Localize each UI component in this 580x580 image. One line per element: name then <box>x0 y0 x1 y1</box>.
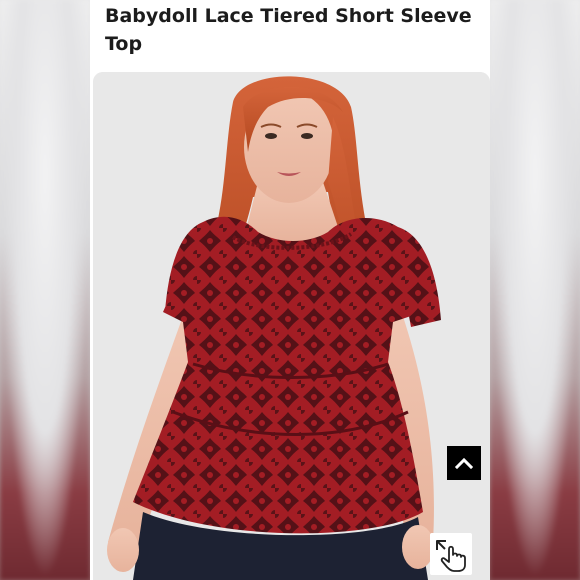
chevron-up-icon <box>455 457 473 469</box>
zoom-button[interactable] <box>430 533 472 575</box>
blurred-backdrop-left <box>0 0 90 580</box>
model-illustration <box>93 72 490 580</box>
product-title: Babydoll Lace Tiered Short Sleeve Top <box>105 5 472 55</box>
blurred-backdrop-right <box>490 0 580 580</box>
scroll-to-top-button[interactable] <box>447 446 481 480</box>
product-photo[interactable] <box>93 72 490 580</box>
product-card: Babydoll Lace Tiered Short Sleeve Top <box>90 0 490 580</box>
pinch-zoom-hand-icon <box>436 540 466 572</box>
